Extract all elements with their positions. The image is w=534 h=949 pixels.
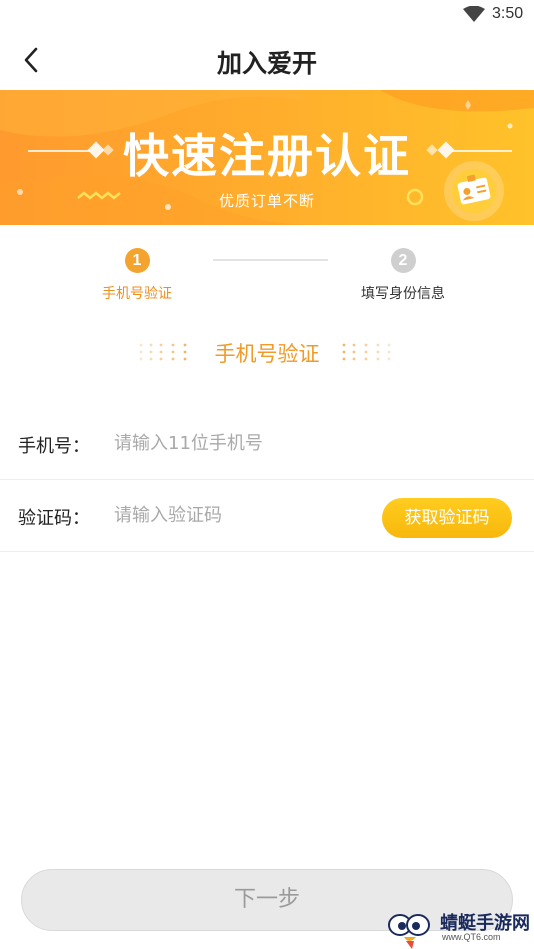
step-label: 填写身份信息 — [361, 286, 445, 302]
banner-title: 快速注册认证 — [123, 129, 411, 183]
step-number: 1 — [124, 248, 150, 273]
status-bar: 3:50 — [0, 0, 534, 30]
watermark: 蜻蜓手游网 www.QT6.com — [384, 905, 534, 949]
step-phone-verification: 1 手机号验证 — [67, 248, 207, 303]
header: 加入爱开 — [0, 30, 534, 90]
watermark-url: www.QT6.com — [442, 932, 501, 942]
section-title: 手机号验证 — [214, 342, 320, 366]
step-label: 手机号验证 — [102, 286, 172, 302]
step-number: 2 — [390, 248, 416, 273]
banner-subtitle: 优质订单不断 — [218, 192, 315, 210]
phone-label: 手机号： — [18, 436, 90, 457]
step-connector — [213, 259, 328, 261]
dragonfly-mascot-icon — [388, 914, 430, 949]
step-identity-info: 2 填写身份信息 — [333, 248, 473, 303]
step-indicator: 1 手机号验证 2 填写身份信息 — [0, 240, 534, 310]
wifi-icon — [463, 6, 485, 22]
page-title: 加入爱开 — [216, 49, 317, 78]
code-row: 验证码： 获取验证码 — [0, 480, 534, 552]
status-time: 3:50 — [492, 5, 524, 22]
verification-code-input[interactable] — [114, 498, 364, 532]
banner: 快速注册认证 优质订单不断 — [0, 90, 534, 225]
phone-input[interactable] — [114, 426, 364, 460]
section-heading: 手机号验证 — [0, 336, 534, 366]
join-page: 3:50 加入爱开 快速注册认证 优质订单不断 1 手机号验证 2 填写身份信息… — [0, 0, 534, 949]
dots-decoration-icon — [342, 343, 391, 361]
get-code-button[interactable]: 获取验证码 — [382, 498, 512, 538]
phone-row: 手机号： — [0, 408, 534, 480]
code-label: 验证码： — [18, 508, 90, 529]
